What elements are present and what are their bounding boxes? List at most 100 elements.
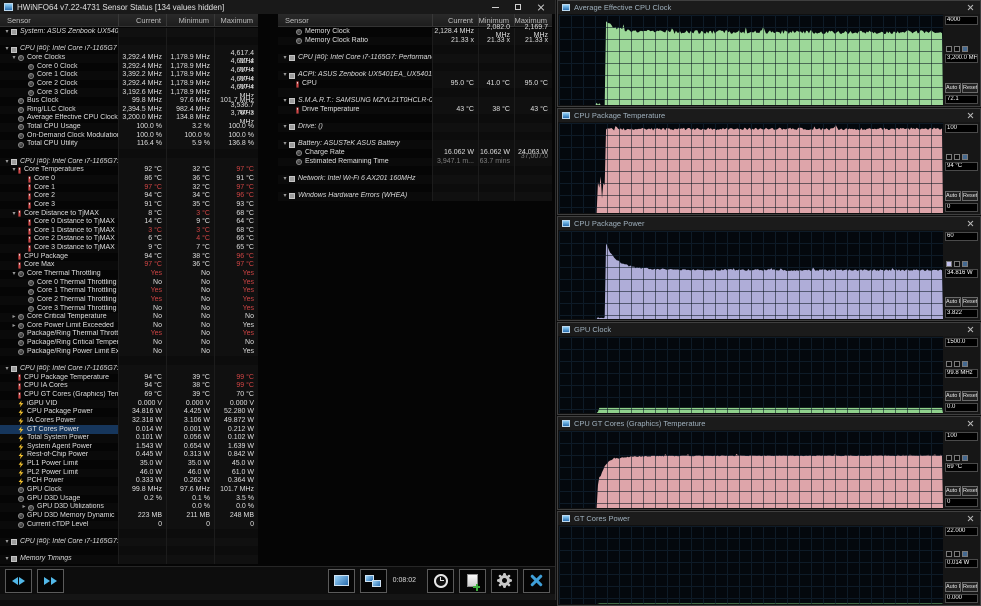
sensor-row[interactable]: CPU IA Cores94 °C38 °C99 °C [0,382,258,391]
sensor-row[interactable]: On-Demand Clock Modulation100.0 %100.0 %… [0,132,258,141]
close-icon[interactable] [967,420,974,427]
scale-max-input[interactable]: 100 [945,432,978,441]
column-minimum[interactable]: Minimum [166,14,214,26]
sensor-row[interactable]: Core 3 Thermal ThrottlingNoNoYes [0,305,258,314]
sensor-row[interactable]: Average Effective CPU Clock3,200.0 MHz13… [0,114,258,123]
section-checkbox[interactable] [289,73,295,79]
sensor-row[interactable]: Total CPU Utility116.4 %5.9 %136.8 % [0,140,258,149]
sensor-row[interactable]: CPU Package Temperature94 °C39 °C99 °C [0,374,258,383]
close-icon[interactable] [967,112,974,119]
sensor-row[interactable]: Core 2 Thermal ThrottlingYesNoYes [0,296,258,305]
sensor-row[interactable]: Package/Ring Power Limit ExceededNoNoYes [0,348,258,357]
sensor-section-row[interactable]: ▾System: ASUS Zenbook UX5401EA_UX5401EA [0,28,258,37]
chevron-down-icon[interactable]: ▾ [281,140,289,149]
graph-checkbox[interactable] [946,551,952,557]
sensor-section-row[interactable]: ▾Windows Hardware Errors (WHEA) [278,192,552,201]
graph-titlebar[interactable]: GPU Clock [558,323,980,336]
sensor-row[interactable]: ▾Core Thermal ThrottlingYesNoYes [0,270,258,279]
graph-checkbox[interactable] [954,361,960,367]
sensor-row[interactable]: IA Cores Power32.318 W3.106 W49.872 W [0,417,258,426]
remote-monitoring-button[interactable] [360,569,387,593]
graph-titlebar[interactable]: Average Effective CPU Clock [558,1,980,14]
graph-checkbox[interactable] [962,154,968,160]
scale-min-input[interactable]: 0 [945,203,978,212]
section-checkbox[interactable] [289,142,295,148]
sensor-row[interactable]: Core 3 Clock3,192.6 MHz1,178.9 MHz4,617.… [0,88,258,97]
section-checkbox[interactable] [11,29,17,35]
graph-titlebar[interactable]: CPU GT Cores (Graphics) Temperature [558,417,980,430]
sensor-row[interactable]: System Agent Power1.543 W0.654 W1.639 W [0,443,258,452]
chevron-down-icon[interactable]: ▾ [10,210,18,219]
sensor-section-row[interactable]: ▾Battery: ASUSTeK ASUS Battery [278,140,552,149]
sensor-row[interactable]: ▾Core Distance to TjMAX8 °C3 °C68 °C [0,209,258,218]
auto-fit-button[interactable]: Auto Fit [945,297,961,307]
settings-button[interactable] [491,569,518,593]
section-checkbox[interactable] [11,159,17,165]
scale-max-input[interactable]: 100 [945,124,978,133]
sensor-row[interactable]: PL1 Power Limit35.0 W35.0 W45.0 W [0,460,258,469]
sensor-row[interactable]: Rest-of-Chip Power0.445 W0.313 W0.842 W [0,451,258,460]
sensor-row[interactable]: CPU95.0 °C41.0 °C95.0 °C [278,80,552,89]
section-checkbox[interactable] [289,193,295,199]
sensor-row[interactable]: PL2 Power Limit46.0 W46.0 W61.0 W [0,469,258,478]
reset-button[interactable]: Reset [962,297,978,307]
chevron-right-icon[interactable]: ▸ [20,503,28,512]
close-icon[interactable] [967,4,974,11]
section-checkbox[interactable] [11,47,17,53]
column-current[interactable]: Current [432,14,478,26]
auto-fit-button[interactable]: Auto Fit [945,391,961,401]
chevron-down-icon[interactable]: ▾ [281,123,289,132]
reset-button[interactable]: Reset [962,191,978,201]
sensor-row[interactable]: Memory Clock2,128.4 MHz2,082.0 MHz2,169.… [278,28,552,37]
logging-button[interactable] [459,569,486,593]
sensor-row[interactable]: Core 1 Distance to TjMAX3 °C3 °C68 °C [0,227,258,236]
column-maximum[interactable]: Maximum [214,14,258,26]
graph-checkbox[interactable] [954,46,960,52]
graph-checkbox[interactable] [962,551,968,557]
sensor-row[interactable]: Package/Ring Critical TemperatureNoNoNo [0,339,258,348]
chevron-down-icon[interactable]: ▾ [10,54,18,63]
chevron-down-icon[interactable]: ▾ [281,71,289,80]
sensor-row[interactable]: CPU GT Cores (Graphics) Temperature69 °C… [0,391,258,400]
sensor-section-row[interactable]: ▾CPU [#0]: Intel Core i7-1165G7: DTS [0,158,258,167]
sensor-row[interactable]: Core 197 °C32 °C97 °C [0,184,258,193]
sensor-row[interactable]: Total CPU Usage100.0 %3.2 %100.0 % [0,123,258,132]
sensor-row[interactable]: Current cTDP Level000 [0,521,258,530]
system-summary-button[interactable] [328,569,355,593]
auto-fit-button[interactable]: Auto Fit [945,83,961,93]
chevron-right-icon[interactable]: ▸ [10,322,18,331]
chevron-down-icon[interactable]: ▾ [10,270,18,279]
graph-checkbox[interactable] [962,361,968,367]
close-sensors-button[interactable] [523,569,550,593]
chevron-down-icon[interactable]: ▾ [3,158,11,167]
window-titlebar[interactable]: HWiNFO64 v7.22-4731 Sensor Status [134 v… [0,0,555,14]
section-checkbox[interactable] [11,556,17,562]
section-checkbox[interactable] [289,124,295,130]
forward-arrows-button[interactable] [37,569,64,593]
clock-button[interactable] [427,569,454,593]
graph-checkbox[interactable] [946,46,952,52]
sensor-row[interactable]: iGPU VID0.000 V0.000 V0.000 V [0,400,258,409]
sensor-section-row[interactable]: ▾S.M.A.R.T.: SAMSUNG MZVL21T0HCLR-00B00 … [278,97,552,106]
sensor-section-row[interactable]: ▾Memory Timings [0,555,258,564]
scale-min-input[interactable]: 0 [945,498,978,507]
sensor-row[interactable]: Core 0 Distance to TjMAX14 °C9 °C64 °C [0,218,258,227]
graph-checkbox[interactable] [946,154,952,160]
sensor-row[interactable]: Core 3 Distance to TjMAX9 °C7 °C65 °C [0,244,258,253]
graph-checkbox[interactable] [946,361,952,367]
chevron-down-icon[interactable]: ▾ [3,538,11,547]
graph-checkbox[interactable] [954,261,960,267]
graph-titlebar[interactable]: CPU Package Temperature [558,109,980,122]
reset-button[interactable]: Reset [962,486,978,496]
sensor-row[interactable]: GT Cores Power0.014 W0.001 W0.212 W [0,425,258,434]
graph-titlebar[interactable]: GT Cores Power [558,512,980,525]
sensor-row[interactable]: Core 086 °C36 °C91 °C [0,175,258,184]
sensor-row[interactable]: Drive Temperature43 °C38 °C43 °C [278,106,552,115]
sensor-section-row[interactable]: ▾Drive: () [278,123,552,132]
sensor-row[interactable]: GPU Clock99.8 MHz97.6 MHz101.7 MHz [0,486,258,495]
chevron-down-icon[interactable]: ▾ [281,97,289,106]
section-checkbox[interactable] [289,176,295,182]
close-icon[interactable] [967,326,974,333]
chevron-down-icon[interactable]: ▾ [3,365,11,374]
scale-min-input[interactable]: 3.822 [945,309,978,318]
